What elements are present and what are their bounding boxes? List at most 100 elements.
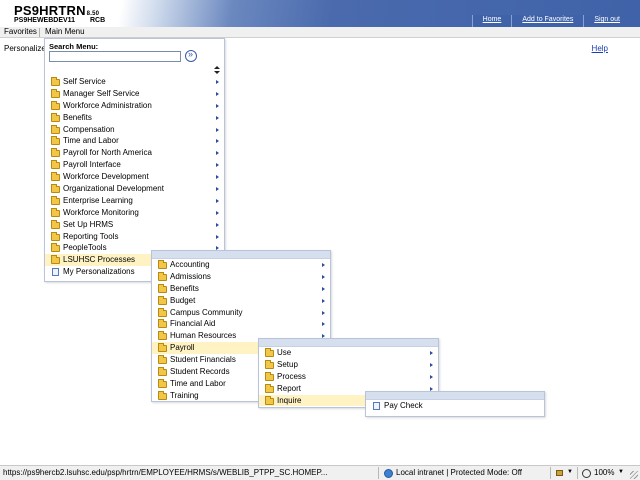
main-menu-item-set-up-hrms[interactable]: Set Up HRMS xyxy=(45,219,224,231)
main-menu-item-payroll-for-north-america[interactable]: Payroll for North America xyxy=(45,147,224,159)
folder-icon xyxy=(158,260,167,269)
main-menu-item-enterprise-learning[interactable]: Enterprise Learning xyxy=(45,195,224,207)
folder-icon xyxy=(158,271,167,281)
personalize-link[interactable]: Personalize xyxy=(4,44,46,53)
chevron-right-icon xyxy=(216,175,219,180)
main-menu-item-organizational-development[interactable]: Organizational Development xyxy=(45,183,224,195)
chevron-right-icon xyxy=(216,151,219,156)
search-go-icon[interactable] xyxy=(185,49,197,62)
chevron-right-icon xyxy=(216,198,219,203)
page-icon xyxy=(52,268,59,277)
folder-icon xyxy=(265,348,274,357)
chevron-down-icon[interactable]: ▼ xyxy=(618,469,624,475)
main-menu-item-label: Workforce Development xyxy=(63,172,149,182)
lsuhsc-item-campus-community[interactable]: Campus Community xyxy=(152,307,330,319)
chevron-right-icon xyxy=(322,286,325,291)
main-menu-button[interactable]: Main Menu xyxy=(45,27,85,36)
browser-window: PS9HRTRN8.50 PS9HEWEBDEV11 RCB Home Add … xyxy=(0,0,640,480)
search-label: Search Menu: xyxy=(49,42,99,51)
lsuhsc-item-benefits[interactable]: Benefits xyxy=(152,283,330,295)
main-menu-item-reporting-tools[interactable]: Reporting Tools xyxy=(45,231,224,243)
status-divider xyxy=(378,467,379,479)
main-menu-item-label: Reporting Tools xyxy=(63,231,119,241)
payroll-item-process[interactable]: Process xyxy=(259,371,438,383)
resize-grip[interactable] xyxy=(630,471,638,479)
folder-icon xyxy=(51,231,60,241)
payroll-item-label: Process xyxy=(277,371,306,381)
folder-icon xyxy=(51,77,60,86)
favorites-menu[interactable]: Favorites xyxy=(4,27,37,36)
main-menu-item-compensation[interactable]: Compensation xyxy=(45,124,224,136)
main-menu-item-self-service[interactable]: Self Service xyxy=(45,76,224,88)
add-to-favorites-link[interactable]: Add to Favorites xyxy=(511,15,583,27)
lsuhsc-item-accounting[interactable]: Accounting xyxy=(152,259,330,271)
folder-icon xyxy=(51,112,60,122)
home-link[interactable]: Home xyxy=(471,15,512,27)
lsuhsc-item-label: Accounting xyxy=(170,260,210,269)
chevron-right-icon xyxy=(216,163,219,168)
payroll-item-label: Report xyxy=(277,383,302,393)
chevron-down-icon[interactable]: ▼ xyxy=(567,469,573,475)
chevron-right-icon xyxy=(216,139,219,144)
main-menu-item-manager-self-service[interactable]: Manager Self Service xyxy=(45,88,224,100)
app-title: PS9HRTRN8.50 xyxy=(14,3,100,18)
main-menu-item-workforce-administration[interactable]: Workforce Administration xyxy=(45,100,224,112)
menubar: Favorites Main Menu xyxy=(0,27,640,38)
lsuhsc-item-budget[interactable]: Budget xyxy=(152,295,330,307)
chevron-right-icon xyxy=(216,115,219,120)
folder-icon xyxy=(51,88,60,98)
chevron-right-icon xyxy=(216,210,219,215)
chevron-right-icon xyxy=(430,351,433,355)
main-menu-item-label: Workforce Administration xyxy=(63,100,152,110)
chevron-right-icon xyxy=(216,127,219,132)
sign-out-link[interactable]: Sign out xyxy=(583,15,630,27)
main-menu-item-label: Set Up HRMS xyxy=(63,219,114,229)
zoom-icon[interactable] xyxy=(582,469,591,478)
protected-mode-icon[interactable] xyxy=(556,470,563,476)
zoom-level[interactable]: 100% xyxy=(594,468,614,477)
main-menu-item-label: Self Service xyxy=(63,77,106,86)
main-menu-item-label: Payroll Interface xyxy=(63,160,121,170)
lsuhsc-item-admissions[interactable]: Admissions xyxy=(152,271,330,283)
universal-nav: Home Add to Favorites Sign out xyxy=(471,15,630,27)
main-menu-item-time-and-labor[interactable]: Time and Labor xyxy=(45,135,224,147)
chevron-right-icon xyxy=(430,362,433,367)
chevron-right-icon xyxy=(430,374,433,379)
main-menu-item-workforce-development[interactable]: Workforce Development xyxy=(45,171,224,183)
page-icon xyxy=(373,402,380,410)
lsuhsc-item-label: Student Records xyxy=(170,367,230,377)
main-menu-item-benefits[interactable]: Benefits xyxy=(45,112,224,124)
inquire-submenu: Pay Check xyxy=(365,391,545,417)
payroll-item-use[interactable]: Use xyxy=(259,347,438,359)
submenu-header xyxy=(366,392,544,400)
payroll-item-setup[interactable]: Setup xyxy=(259,359,438,371)
inquire-item-pay-check[interactable]: Pay Check xyxy=(366,400,544,412)
user-id: RCB xyxy=(90,17,106,24)
lsuhsc-item-label: Student Financials xyxy=(170,355,236,365)
chevron-right-icon xyxy=(322,274,325,279)
lsuhsc-item-financial-aid[interactable]: Financial Aid xyxy=(152,318,330,330)
lsuhsc-item-label: Financial Aid xyxy=(170,319,216,329)
help-link[interactable]: Help xyxy=(592,44,608,53)
folder-icon xyxy=(51,219,60,229)
sort-icon[interactable] xyxy=(214,66,220,74)
lsuhsc-item-label: Human Resources xyxy=(170,331,237,341)
chevron-right-icon xyxy=(216,103,219,108)
lsuhsc-item-label: Time and Labor xyxy=(170,378,226,388)
submenu-header xyxy=(259,339,438,347)
main-menu-item-payroll-interface[interactable]: Payroll Interface xyxy=(45,159,224,171)
folder-icon xyxy=(158,390,167,400)
main-menu-item-label: Time and Labor xyxy=(63,136,119,146)
folder-icon xyxy=(51,184,60,194)
search-input[interactable] xyxy=(49,51,181,62)
main-menu-item-label: Workforce Monitoring xyxy=(63,207,139,217)
folder-icon xyxy=(158,283,167,293)
chevron-right-icon xyxy=(216,91,219,96)
main-menu-item-workforce-monitoring[interactable]: Workforce Monitoring xyxy=(45,207,224,219)
payroll-item-label: Setup xyxy=(277,359,298,369)
folder-icon xyxy=(51,100,60,110)
folder-icon xyxy=(265,395,274,405)
folder-icon xyxy=(51,136,60,146)
main-menu-item-label: PeopleTools xyxy=(63,243,107,253)
folder-icon xyxy=(265,371,274,381)
